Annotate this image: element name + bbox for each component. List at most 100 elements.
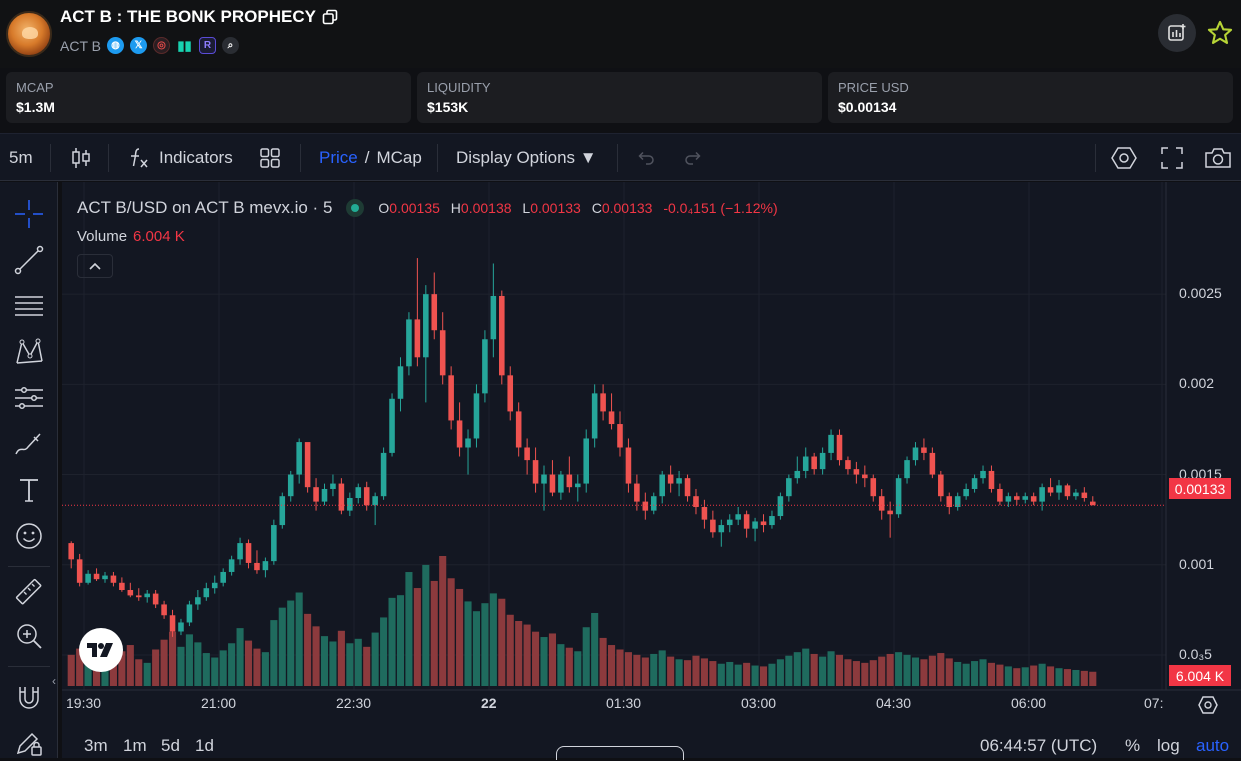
- auto-toggle[interactable]: auto: [1196, 736, 1229, 756]
- bottom-bar: 3m 1m 5d 1d 06:44:57 (UTC) % log auto: [62, 732, 1241, 760]
- interval-button[interactable]: 5m: [9, 134, 33, 182]
- mcap-toggle[interactable]: MCap: [376, 148, 421, 168]
- range-1d[interactable]: 1d: [195, 736, 214, 756]
- time-tick-label: 07:: [1144, 695, 1164, 711]
- candle-body: [760, 521, 767, 526]
- tradingview-logo[interactable]: [79, 628, 123, 672]
- dex-icon[interactable]: ▮▮: [176, 37, 193, 54]
- fullscreen-button[interactable]: [1161, 134, 1183, 182]
- utc-clock[interactable]: 06:44:57 (UTC): [980, 736, 1097, 756]
- candle-body: [1056, 485, 1062, 493]
- symbol-label: ACT B/USD on ACT B mevx.io · 5: [77, 198, 333, 217]
- emoji-tool[interactable]: [10, 517, 48, 555]
- volume-bar: [464, 601, 472, 686]
- raydium-icon[interactable]: R: [198, 37, 216, 54]
- range-5d[interactable]: 5d: [161, 736, 180, 756]
- token-header: ACT B : THE BONK PROPHECY ACT B ◍ 𝕏 ◎ ▮▮…: [0, 0, 1241, 68]
- display-options-button[interactable]: Display Options ▼: [456, 134, 597, 182]
- crosshair-tool[interactable]: [10, 195, 48, 233]
- candle-body: [997, 488, 1003, 502]
- volume-bar: [861, 662, 869, 686]
- candle-body: [988, 470, 995, 489]
- redo-button[interactable]: [683, 134, 703, 182]
- volume-bar: [928, 655, 936, 686]
- candle-body: [262, 561, 269, 571]
- candle-body: [1014, 496, 1020, 500]
- volume-bar: [548, 633, 556, 686]
- brush-tool[interactable]: [10, 425, 48, 463]
- candle-body: [684, 478, 691, 497]
- candle-body: [1081, 492, 1088, 498]
- undo-button[interactable]: [636, 134, 656, 182]
- volume-bar: [320, 636, 329, 686]
- twitter-icon[interactable]: 𝕏: [129, 37, 147, 54]
- price-mcap-toggle[interactable]: Price / MCap: [319, 134, 422, 182]
- volume-bar: [776, 659, 784, 686]
- candle-body: [228, 559, 235, 572]
- text-tool[interactable]: [10, 471, 48, 509]
- indicators-label: Indicators: [159, 148, 233, 167]
- prediction-tool[interactable]: [10, 379, 48, 417]
- candle-body: [845, 460, 851, 470]
- search-token-icon[interactable]: ⌕: [221, 37, 239, 54]
- volume-bar: [658, 650, 666, 686]
- candle-body: [566, 474, 573, 488]
- percent-toggle[interactable]: %: [1125, 736, 1140, 756]
- range-1m[interactable]: 1m: [123, 736, 147, 756]
- candle-body: [490, 295, 497, 340]
- candle-body: [912, 447, 919, 461]
- candle-body: [828, 434, 834, 453]
- collapse-toolbar-icon[interactable]: ‹: [52, 674, 60, 696]
- favorite-star-icon[interactable]: [1206, 19, 1234, 47]
- candle-body: [1064, 485, 1071, 497]
- volume-bar: [160, 639, 168, 686]
- stat-value: $0.00134: [838, 99, 897, 115]
- magnet-tool[interactable]: [10, 679, 48, 717]
- candle-body: [735, 514, 741, 520]
- volume-bar: [506, 614, 514, 686]
- price-toggle[interactable]: Price: [319, 148, 358, 168]
- pattern-tool[interactable]: [10, 333, 48, 371]
- range-3m[interactable]: 3m: [84, 736, 108, 756]
- candle-body: [389, 398, 395, 453]
- trend-line-tool[interactable]: [10, 241, 48, 279]
- volume-bar: [456, 588, 464, 686]
- price-chart[interactable]: ACT B/USD on ACT B mevx.io · 5 O0.00135 …: [62, 182, 1241, 758]
- volume-bar: [388, 597, 396, 686]
- layouts-button[interactable]: [259, 134, 281, 182]
- candlestick-chart[interactable]: [62, 182, 1241, 732]
- pump-icon[interactable]: ◎: [152, 37, 170, 54]
- candle-body: [701, 507, 708, 520]
- settings-button[interactable]: [1111, 134, 1137, 182]
- candle-body: [971, 478, 978, 489]
- volume-bar: [363, 646, 371, 686]
- candle-body: [541, 474, 547, 484]
- ruler-tool[interactable]: [10, 573, 48, 611]
- add-chart-button[interactable]: [1158, 14, 1196, 52]
- tv-logo-icon: [87, 643, 113, 657]
- candle-body: [304, 442, 311, 488]
- axis-settings-button[interactable]: [1197, 694, 1219, 716]
- candle-type-button[interactable]: [70, 134, 92, 182]
- copy-icon[interactable]: [322, 9, 338, 25]
- zoom-tool[interactable]: [10, 617, 48, 655]
- website-icon[interactable]: ◍: [106, 37, 124, 54]
- candle-body: [110, 575, 117, 583]
- volume-bar: [675, 659, 683, 686]
- collapse-legend-button[interactable]: [77, 254, 113, 278]
- fib-tool[interactable]: [10, 287, 48, 325]
- log-toggle[interactable]: log: [1157, 736, 1180, 756]
- lock-drawing-tool[interactable]: [10, 723, 48, 761]
- indicators-button[interactable]: Indicators: [128, 134, 233, 182]
- candle-body: [878, 496, 885, 511]
- screenshot-button[interactable]: [1204, 134, 1232, 182]
- price-axis[interactable]: [1166, 182, 1241, 690]
- volume-bar: [785, 655, 793, 686]
- volume-bar: [810, 653, 818, 686]
- volume-bar: [937, 653, 945, 686]
- volume-bar: [945, 658, 953, 686]
- candle-body: [473, 393, 480, 439]
- candle-body: [448, 375, 454, 421]
- candle-body: [178, 622, 184, 632]
- candle-body: [237, 543, 243, 560]
